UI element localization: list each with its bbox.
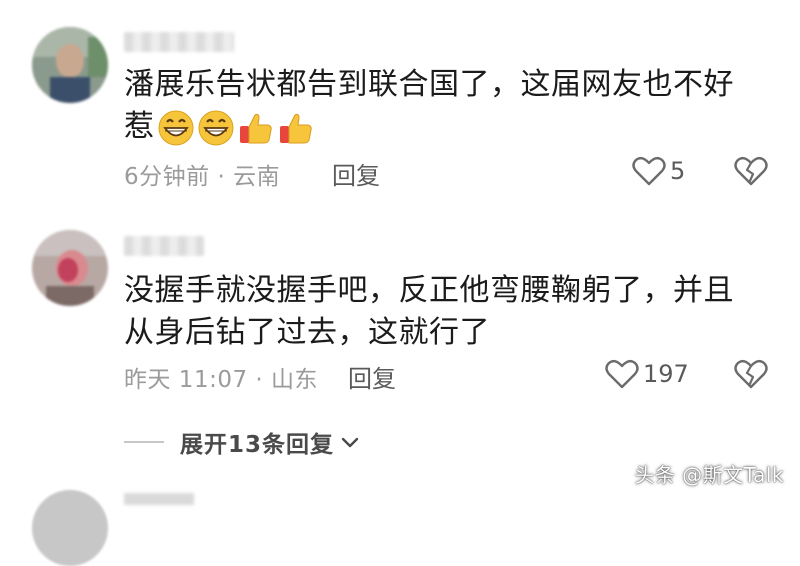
reply-button[interactable]: 回复 [348, 359, 396, 394]
avatar[interactable] [32, 490, 108, 566]
divider [124, 441, 164, 443]
thumbs-up-icon [239, 113, 272, 144]
comment-text-line-2: 惹 [124, 106, 774, 149]
heart-icon[interactable] [632, 155, 666, 187]
reply-button[interactable]: 回复 [332, 156, 380, 191]
expand-replies-button[interactable]: 展开13条回复 [124, 425, 360, 459]
avatar[interactable] [32, 27, 108, 103]
broken-heart-icon[interactable] [734, 155, 768, 187]
heart-icon[interactable] [605, 358, 639, 390]
comment-text-line-2: 从身后钻了过去，这就行了 [124, 315, 490, 350]
thumbs-up-icon [279, 113, 312, 144]
emoji-row [157, 107, 317, 149]
username[interactable] [124, 493, 194, 505]
watermark: 头条 @斯文Talk [634, 463, 784, 487]
comment-text-line-1: 潘展乐告状都告到联合国了，这届网友也不好 [124, 67, 734, 102]
grinning-face-icon [158, 110, 193, 146]
comment-meta: 昨天 11:07 · 山东 [124, 367, 319, 393]
chevron-down-icon [341, 437, 359, 448]
comment-meta: 6分钟前 · 云南 [124, 164, 281, 190]
avatar[interactable] [32, 230, 108, 306]
expand-replies-label: 展开13条回复 [180, 432, 335, 458]
like-count: 197 [643, 360, 689, 388]
comment-text: 潘展乐告状都告到联合国了，这届网友也不好 惹 [124, 64, 774, 149]
comment-text-line-2-text: 惹 [124, 109, 155, 144]
comment-text: 没握手就没握手吧，反正他弯腰鞠躬了，并且 从身后钻了过去，这就行了 [124, 270, 774, 354]
comment-text-line-1: 没握手就没握手吧，反正他弯腰鞠躬了，并且 [124, 273, 734, 308]
username[interactable] [124, 32, 234, 52]
username[interactable] [124, 236, 204, 256]
like-count: 5 [670, 157, 686, 185]
grinning-face-icon [198, 110, 233, 146]
broken-heart-icon[interactable] [734, 358, 768, 390]
